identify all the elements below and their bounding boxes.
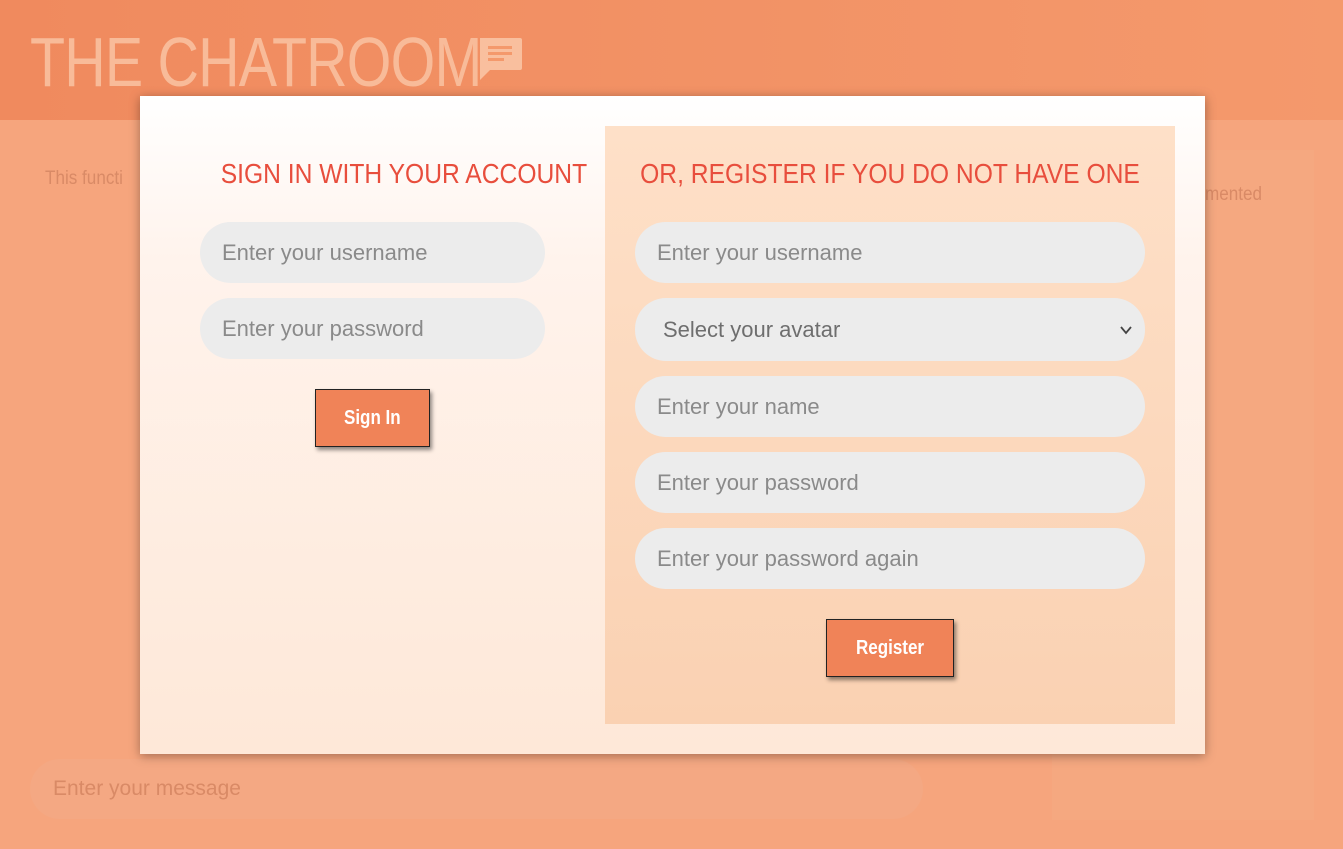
register-button[interactable]: Register — [826, 619, 954, 677]
chat-bubble-icon — [480, 38, 522, 80]
app-title: THE CHATROOM — [30, 23, 482, 101]
avatar-select-value: Select your avatar — [663, 316, 841, 342]
register-password-input[interactable] — [635, 452, 1145, 513]
signin-username-input[interactable] — [200, 222, 545, 283]
info-text-right: mented — [1205, 184, 1263, 205]
signin-button[interactable]: Sign In — [315, 389, 430, 447]
signin-button-label: Sign In — [344, 406, 401, 429]
auth-modal: SIGN IN WITH YOUR ACCOUNT Sign In OR, RE… — [140, 96, 1205, 754]
signin-section: SIGN IN WITH YOUR ACCOUNT Sign In — [200, 96, 588, 754]
info-text-left: This functi — [45, 168, 123, 189]
register-username-input[interactable] — [635, 222, 1145, 283]
chevron-down-icon — [1120, 325, 1132, 334]
avatar-select[interactable]: Select your avatar — [635, 298, 1145, 361]
register-name-input[interactable] — [635, 376, 1145, 437]
signin-title: SIGN IN WITH YOUR ACCOUNT — [220, 158, 588, 189]
register-button-label: Register — [855, 636, 925, 659]
message-input[interactable] — [30, 759, 923, 819]
register-title: OR, REGISTER IF YOU DO NOT HAVE ONE — [640, 158, 1140, 189]
register-section: OR, REGISTER IF YOU DO NOT HAVE ONE Sele… — [605, 126, 1175, 724]
signin-password-input[interactable] — [200, 298, 545, 359]
register-password-again-input[interactable] — [635, 528, 1145, 589]
